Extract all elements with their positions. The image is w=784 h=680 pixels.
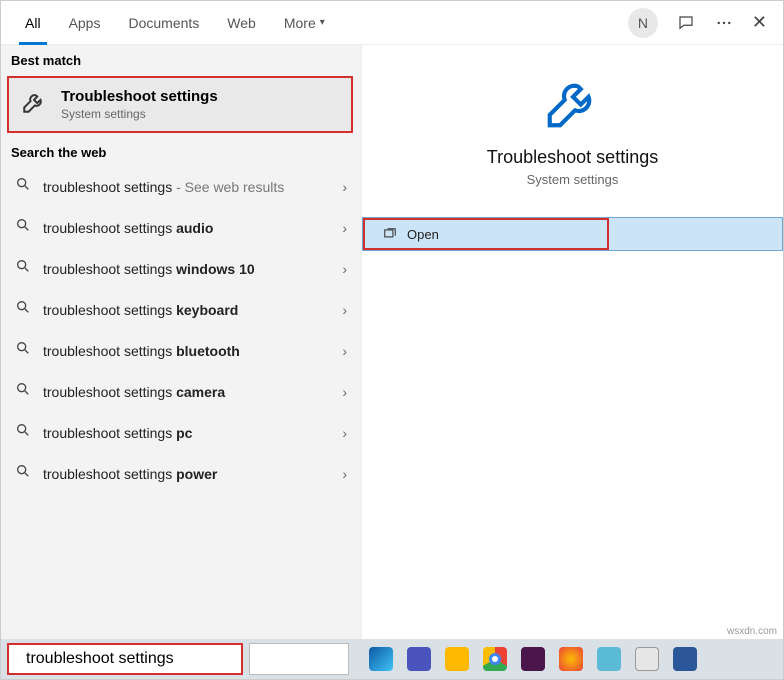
open-icon bbox=[383, 227, 397, 241]
taskbar-app-slack[interactable] bbox=[521, 647, 545, 671]
search-icon bbox=[15, 258, 31, 279]
web-result[interactable]: troubleshoot settings windows 10 › bbox=[1, 248, 361, 289]
search-scope-tabs: All Apps Documents Web More▾ N ✕ bbox=[1, 1, 783, 45]
taskbar-apps bbox=[355, 647, 783, 671]
web-result[interactable]: troubleshoot settings power › bbox=[1, 453, 361, 494]
preview-panel: Troubleshoot settings System settings Op… bbox=[361, 45, 783, 639]
search-icon bbox=[15, 299, 31, 320]
taskbar-app-chrome-canary[interactable] bbox=[559, 647, 583, 671]
chevron-right-icon: › bbox=[342, 220, 347, 236]
chevron-right-icon: › bbox=[342, 425, 347, 441]
open-button[interactable]: Open bbox=[363, 218, 609, 250]
chevron-right-icon: › bbox=[342, 466, 347, 482]
tab-documents[interactable]: Documents bbox=[114, 1, 213, 45]
taskbar-app-snipping[interactable] bbox=[635, 647, 659, 671]
web-result-text: troubleshoot settings audio bbox=[43, 220, 213, 236]
feedback-icon[interactable] bbox=[676, 13, 696, 33]
best-match-subtitle: System settings bbox=[61, 107, 218, 121]
web-result[interactable]: troubleshoot settings - See web results › bbox=[1, 166, 361, 207]
search-icon bbox=[15, 340, 31, 361]
taskbar-app-edge[interactable] bbox=[369, 647, 393, 671]
taskbar-spacer bbox=[249, 643, 349, 675]
web-result-text: troubleshoot settings pc bbox=[43, 425, 192, 441]
taskbar bbox=[1, 639, 783, 679]
chevron-right-icon: › bbox=[342, 384, 347, 400]
watermark: wsxdn.com bbox=[727, 626, 777, 637]
more-options-icon[interactable] bbox=[714, 13, 734, 33]
taskbar-app-teams[interactable] bbox=[407, 647, 431, 671]
section-search-web: Search the web bbox=[1, 137, 361, 166]
web-result-text: troubleshoot settings camera bbox=[43, 384, 225, 400]
taskbar-app-explorer[interactable] bbox=[445, 647, 469, 671]
results-panel: Best match Troubleshoot settings System … bbox=[1, 45, 361, 639]
wrench-icon bbox=[21, 89, 47, 120]
tab-all[interactable]: All bbox=[11, 1, 55, 45]
search-icon bbox=[15, 422, 31, 443]
best-match-title: Troubleshoot settings bbox=[61, 88, 218, 105]
web-result[interactable]: troubleshoot settings audio › bbox=[1, 207, 361, 248]
tab-web[interactable]: Web bbox=[213, 1, 270, 45]
web-result[interactable]: troubleshoot settings pc › bbox=[1, 412, 361, 453]
search-input[interactable] bbox=[26, 650, 233, 668]
chevron-right-icon: › bbox=[342, 302, 347, 318]
web-result[interactable]: troubleshoot settings keyboard › bbox=[1, 289, 361, 330]
preview-title: Troubleshoot settings bbox=[487, 147, 658, 168]
section-best-match: Best match bbox=[1, 45, 361, 74]
open-label: Open bbox=[407, 227, 439, 242]
web-result-text: troubleshoot settings bluetooth bbox=[43, 343, 240, 359]
wrench-icon bbox=[542, 71, 604, 133]
taskbar-app-chrome[interactable] bbox=[483, 647, 507, 671]
search-icon bbox=[15, 381, 31, 402]
web-result-text: troubleshoot settings power bbox=[43, 466, 217, 482]
close-icon[interactable]: ✕ bbox=[752, 12, 767, 33]
web-result-text: troubleshoot settings - See web results bbox=[43, 179, 284, 195]
best-match-result[interactable]: Troubleshoot settings System settings bbox=[7, 76, 353, 133]
chevron-right-icon: › bbox=[342, 261, 347, 277]
chevron-right-icon: › bbox=[342, 343, 347, 359]
search-icon bbox=[15, 463, 31, 484]
search-box[interactable] bbox=[7, 643, 243, 675]
taskbar-app-paint[interactable] bbox=[597, 647, 621, 671]
action-spacer[interactable] bbox=[609, 218, 782, 250]
action-row: Open bbox=[362, 217, 783, 251]
chevron-right-icon: › bbox=[342, 179, 347, 195]
search-icon bbox=[15, 217, 31, 238]
web-result-text: troubleshoot settings windows 10 bbox=[43, 261, 255, 277]
tab-more[interactable]: More▾ bbox=[270, 1, 339, 45]
taskbar-app-word[interactable] bbox=[673, 647, 697, 671]
user-avatar[interactable]: N bbox=[628, 8, 658, 38]
web-result[interactable]: troubleshoot settings bluetooth › bbox=[1, 330, 361, 371]
web-result-text: troubleshoot settings keyboard bbox=[43, 302, 238, 318]
chevron-down-icon: ▾ bbox=[320, 17, 325, 28]
search-icon bbox=[17, 651, 18, 667]
tab-apps[interactable]: Apps bbox=[55, 1, 115, 45]
search-icon bbox=[15, 176, 31, 197]
web-result[interactable]: troubleshoot settings camera › bbox=[1, 371, 361, 412]
preview-subtitle: System settings bbox=[527, 172, 619, 187]
